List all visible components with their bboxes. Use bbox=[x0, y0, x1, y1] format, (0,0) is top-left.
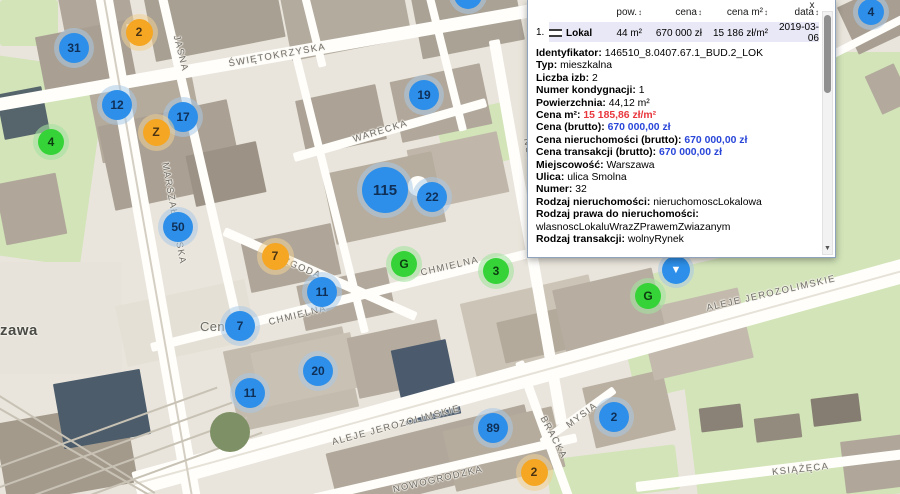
attribute-label: Rodzaj prawa do nieruchomości: bbox=[536, 209, 699, 220]
selected-marker-icon[interactable]: ▼ bbox=[662, 256, 690, 284]
attribute-label: Cena nieruchomości (brutto): bbox=[536, 135, 684, 146]
attribute-line: Numer kondygnacji: 1 bbox=[536, 85, 817, 97]
cluster-marker-89[interactable]: 89 bbox=[478, 413, 508, 443]
cluster-marker-11[interactable]: 11 bbox=[307, 277, 337, 307]
scrollbar-thumb[interactable] bbox=[824, 15, 831, 93]
cluster-marker-11[interactable]: 11 bbox=[235, 378, 265, 408]
attribute-value: wolnyRynek bbox=[628, 234, 684, 245]
cluster-marker-20[interactable]: 20 bbox=[303, 356, 333, 386]
attribute-line: Miejscowość: Warszawa bbox=[536, 160, 817, 172]
row-value-cena: 670 000 zł bbox=[642, 28, 702, 39]
cluster-marker-17[interactable]: 17 bbox=[168, 102, 198, 132]
cluster-marker-4[interactable]: 4 bbox=[858, 0, 884, 25]
attribute-line: Cena transakcji (brutto): 670 000,00 zł bbox=[536, 147, 817, 159]
row-value-cena-m2: 15 186 zł/m² bbox=[702, 28, 768, 39]
attribute-label: Numer: bbox=[536, 184, 575, 195]
attribute-label: Cena m²: bbox=[536, 110, 583, 121]
attribute-label: Rodzaj nieruchomości: bbox=[536, 197, 653, 208]
attribute-value: 32 bbox=[575, 184, 587, 195]
cluster-marker-3[interactable]: 3 bbox=[483, 258, 509, 284]
city-label: zawa bbox=[0, 322, 38, 339]
plaza bbox=[0, 262, 122, 374]
cluster-marker-2[interactable]: 2 bbox=[521, 459, 548, 486]
attribute-line: Identyfikator: 146510_8.0407.67.1_BUD.2_… bbox=[536, 48, 817, 60]
cluster-marker-50[interactable]: 50 bbox=[163, 212, 193, 242]
row-type-label: Lokal bbox=[566, 28, 592, 39]
attribute-value: wlasnoscLokaluWrazZPrawemZwiazanym bbox=[536, 222, 730, 233]
cluster-marker-115[interactable]: 115 bbox=[362, 167, 408, 213]
column-header-cena-m2[interactable]: cena m²↕ bbox=[702, 7, 768, 18]
attribute-line: Rodzaj nieruchomości: nieruchomoscLokalo… bbox=[536, 197, 817, 209]
attribute-label: Cena (brutto): bbox=[536, 122, 608, 133]
results-table-header: pow.↕cena↕cena m²↕data↕ bbox=[536, 5, 817, 20]
attribute-value: mieszkalna bbox=[560, 60, 612, 71]
attribute-label: Liczba izb: bbox=[536, 73, 592, 84]
cluster-marker-2[interactable]: 2 bbox=[126, 19, 153, 46]
attribute-line: Typ: mieszkalna bbox=[536, 60, 817, 72]
scroll-down-icon[interactable]: ▼ bbox=[823, 243, 832, 254]
cluster-marker-12[interactable]: 12 bbox=[102, 90, 132, 120]
result-row[interactable]: 1. Lokal 44 m²670 000 zł15 186 zł/m²2019… bbox=[536, 22, 817, 42]
building bbox=[810, 393, 861, 427]
attribute-line: Cena (brutto): 670 000,00 zł bbox=[536, 122, 817, 134]
row-value-data: 2019-03-06 bbox=[768, 22, 819, 44]
attribute-label: Typ: bbox=[536, 60, 560, 71]
cluster-marker-g[interactable]: G bbox=[391, 251, 417, 277]
attribute-value: 670 000,00 zł bbox=[684, 135, 747, 146]
attribute-line: Rodzaj prawa do nieruchomości: wlasnoscL… bbox=[536, 209, 817, 234]
lokal-icon bbox=[549, 29, 562, 37]
cluster-marker-g[interactable]: G bbox=[635, 283, 661, 309]
property-attributes: Identyfikator: 146510_8.0407.67.1_BUD.2_… bbox=[528, 42, 835, 247]
popup-scrollbar[interactable]: ▼ bbox=[822, 11, 833, 255]
attribute-value: 670 000,00 zł bbox=[608, 122, 671, 133]
attribute-line: Rodzaj transakcji: wolnyRynek bbox=[536, 234, 817, 246]
attribute-line: Cena nieruchomości (brutto): 670 000,00 … bbox=[536, 135, 817, 147]
row-number: 1. bbox=[536, 27, 549, 38]
attribute-value: 44,12 m² bbox=[609, 98, 650, 109]
attribute-value: 1 bbox=[639, 85, 645, 96]
attribute-value: 2 bbox=[592, 73, 598, 84]
cluster-marker-7[interactable]: 7 bbox=[225, 311, 255, 341]
cluster-marker-19[interactable]: 19 bbox=[409, 80, 439, 110]
map-app: ŚWIĘTOKRZYSKAJASNAWARECKAMARSZAŁKOWSKAZG… bbox=[0, 0, 900, 494]
attribute-line: Liczba izb: 2 bbox=[536, 73, 817, 85]
attribute-value: Warszawa bbox=[606, 160, 654, 171]
column-header-cena[interactable]: cena↕ bbox=[642, 7, 702, 18]
column-header-pow[interactable]: pow.↕ bbox=[598, 7, 642, 18]
attribute-line: Ulica: ulica Smolna bbox=[536, 172, 817, 184]
attribute-label: Numer kondygnacji: bbox=[536, 85, 639, 96]
attribute-label: Rodzaj transakcji: bbox=[536, 234, 628, 245]
property-details-popup: x pow.↕cena↕cena m²↕data↕ 1. Lokal 44 m²… bbox=[527, 0, 836, 258]
attribute-value: nieruchomoscLokalowa bbox=[653, 197, 762, 208]
attribute-label: Identyfikator: bbox=[536, 48, 605, 59]
attribute-label: Powierzchnia: bbox=[536, 98, 609, 109]
row-value-pow: 44 m² bbox=[598, 28, 642, 39]
building bbox=[699, 404, 744, 433]
cluster-marker-2[interactable]: 2 bbox=[599, 402, 629, 432]
close-icon[interactable]: x bbox=[806, 0, 818, 12]
attribute-value: 15 185,86 zł/m² bbox=[583, 110, 656, 121]
building bbox=[0, 173, 67, 246]
attribute-label: Ulica: bbox=[536, 172, 567, 183]
cluster-marker-22[interactable]: 22 bbox=[417, 182, 447, 212]
attribute-label: Miejscowość: bbox=[536, 160, 606, 171]
attribute-line: Numer: 32 bbox=[536, 184, 817, 196]
cluster-marker-z[interactable]: Z bbox=[143, 119, 170, 146]
traffic-circle bbox=[210, 412, 250, 452]
attribute-line: Powierzchnia: 44,12 m² bbox=[536, 98, 817, 110]
attribute-value: ulica Smolna bbox=[567, 172, 627, 183]
cluster-marker-4[interactable]: 4 bbox=[38, 129, 64, 155]
attribute-value: 146510_8.0407.67.1_BUD.2_LOK bbox=[605, 48, 763, 59]
attribute-value: 670 000,00 zł bbox=[659, 147, 722, 158]
cluster-marker-31[interactable]: 31 bbox=[59, 33, 89, 63]
cluster-marker-7[interactable]: 7 bbox=[262, 243, 289, 270]
attribute-label: Cena transakcji (brutto): bbox=[536, 147, 659, 158]
attribute-line: Cena m²: 15 185,86 zł/m² bbox=[536, 110, 817, 122]
